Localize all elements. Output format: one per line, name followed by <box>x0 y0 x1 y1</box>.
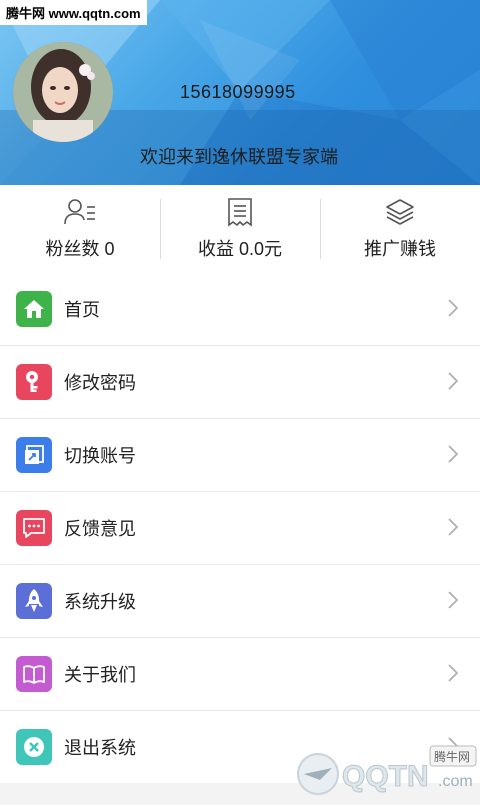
watermark-logo: QQTN .com 腾牛网 <box>290 740 480 800</box>
earnings-label: 收益 0.0元 <box>197 239 283 259</box>
chevron-right-icon <box>448 664 458 682</box>
book-icon <box>16 656 52 692</box>
chat-bubble-icon <box>16 510 52 546</box>
menu-list: 首页 修改密码 切换账号 反馈意见 系统升级 关于我们 退出系统 <box>0 273 480 783</box>
chevron-right-icon <box>448 372 458 390</box>
switch-account-icon <box>16 437 52 473</box>
layers-icon <box>384 197 416 227</box>
stat-earnings[interactable]: 收益 0.0元 <box>160 185 320 273</box>
menu-item-label: 首页 <box>64 300 100 320</box>
watermark-text: 腾牛网 www.qqtn.com <box>0 0 147 25</box>
menu-item-system-upgrade[interactable]: 系统升级 <box>0 564 480 637</box>
menu-item-feedback[interactable]: 反馈意见 <box>0 491 480 564</box>
menu-item-label: 系统升级 <box>64 592 136 612</box>
menu-item-label: 退出系统 <box>64 738 136 758</box>
key-icon <box>16 364 52 400</box>
stats-bar: 粉丝数 0 收益 0.0元 推广赚钱 <box>0 185 480 273</box>
menu-item-label: 修改密码 <box>64 373 136 393</box>
promote-label: 推广赚钱 <box>364 239 436 259</box>
profile-header: 腾牛网 www.qqtn.com 15618099995 欢迎来到逸休联盟专家端 <box>0 0 480 185</box>
watermark-brand: QQTN <box>342 760 429 793</box>
welcome-text: 欢迎来到逸休联盟专家端 <box>0 143 480 169</box>
menu-item-label: 关于我们 <box>64 665 136 685</box>
watermark-suffix: .com <box>438 773 473 790</box>
chevron-right-icon <box>448 299 458 317</box>
avatar-image <box>13 42 113 142</box>
rocket-icon <box>16 583 52 619</box>
chevron-right-icon <box>448 591 458 609</box>
welcome-label: 欢迎来到逸休联盟专家端 <box>140 147 338 167</box>
chevron-right-icon <box>448 518 458 536</box>
menu-item-home[interactable]: 首页 <box>0 273 480 345</box>
close-circle-icon <box>16 729 52 765</box>
menu-item-about-us[interactable]: 关于我们 <box>0 637 480 710</box>
menu-item-change-password[interactable]: 修改密码 <box>0 345 480 418</box>
stat-fans[interactable]: 粉丝数 0 <box>0 185 160 273</box>
chevron-right-icon <box>448 445 458 463</box>
menu-item-switch-account[interactable]: 切换账号 <box>0 418 480 491</box>
receipt-icon <box>227 197 253 227</box>
home-icon <box>16 291 52 327</box>
avatar[interactable] <box>13 42 113 142</box>
stat-promote[interactable]: 推广赚钱 <box>320 185 480 273</box>
menu-item-label: 切换账号 <box>64 446 136 466</box>
user-list-icon <box>63 197 97 227</box>
fans-count-label: 粉丝数 0 <box>45 239 115 259</box>
watermark-badge: 腾牛网 <box>434 749 470 764</box>
phone-number: 15618099995 <box>180 82 296 102</box>
menu-item-label: 反馈意见 <box>64 519 136 539</box>
